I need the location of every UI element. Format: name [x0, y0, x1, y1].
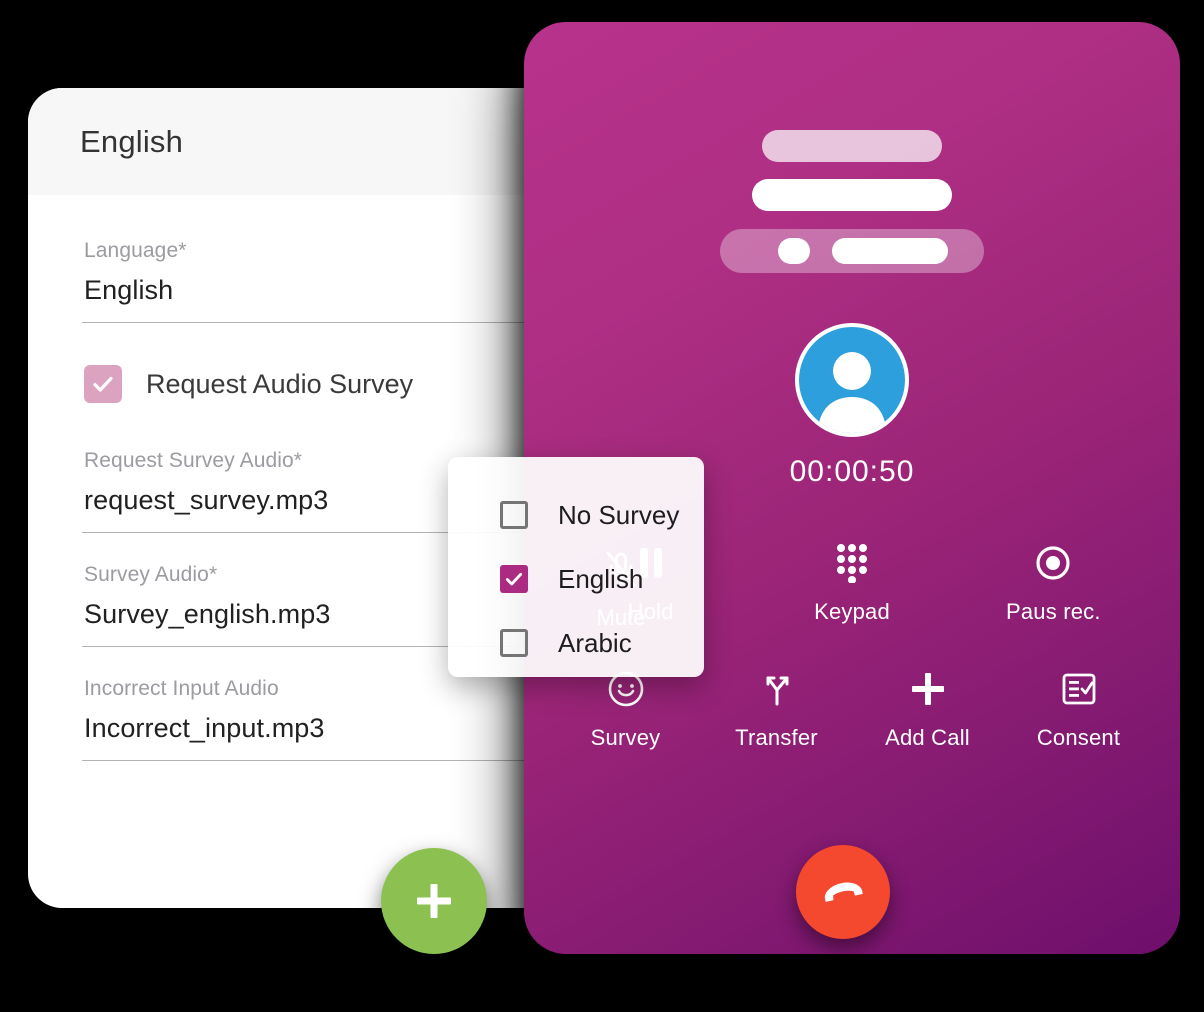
- checkbox-no-survey[interactable]: [500, 501, 528, 529]
- pause-recording-button[interactable]: Paus rec.: [953, 531, 1154, 625]
- transfer-label: Transfer: [735, 725, 818, 750]
- add-language-fab[interactable]: [381, 848, 487, 954]
- add-call-button[interactable]: Add Call: [852, 657, 1003, 751]
- request-audio-survey-checkbox-row[interactable]: Request Audio Survey: [84, 365, 476, 403]
- check-icon: [93, 376, 113, 392]
- dialpad-icon: [835, 539, 869, 587]
- field-underline: [82, 322, 528, 323]
- field-language[interactable]: Language* English: [82, 239, 528, 323]
- field-survey-audio[interactable]: Survey Audio* Survey_english.mp3: [82, 563, 528, 647]
- contact-placeholder-block: [524, 22, 1180, 273]
- field-value-survey-audio: Survey_english.mp3: [84, 599, 331, 629]
- field-value-request-survey-audio: request_survey.mp3: [84, 485, 329, 515]
- field-value-incorrect-input-audio: Incorrect_input.mp3: [84, 713, 325, 743]
- consent-button[interactable]: Consent: [1003, 657, 1154, 751]
- field-value-language: English: [84, 275, 174, 305]
- request-audio-survey-label: Request Audio Survey: [146, 368, 414, 399]
- placeholder-bar-primary: [762, 130, 942, 162]
- record-pause-icon: [1035, 539, 1071, 587]
- dropdown-option-no-survey[interactable]: No Survey: [448, 483, 704, 547]
- field-underline: [82, 760, 528, 761]
- transfer-arrows-icon: [758, 665, 796, 713]
- field-incorrect-input-audio[interactable]: Incorrect Input Audio Incorrect_input.mp…: [82, 677, 528, 761]
- checkbox-english[interactable]: [500, 565, 528, 593]
- plus-icon: [417, 884, 451, 918]
- survey-language-dropdown[interactable]: No Survey English Arabic: [448, 457, 704, 677]
- check-icon: [505, 572, 523, 586]
- dropdown-option-label: No Survey: [558, 499, 680, 530]
- pause-recording-label: Paus rec.: [1005, 599, 1101, 624]
- placeholder-bar-secondary: [752, 179, 952, 211]
- avatar: [795, 323, 909, 437]
- placeholder-dot: [778, 238, 810, 264]
- avatar-wrap: [524, 323, 1180, 437]
- request-audio-survey-checkbox[interactable]: [84, 365, 122, 403]
- form-card-header: English: [28, 88, 528, 195]
- end-call-button[interactable]: [796, 845, 890, 939]
- field-label-language: Language*: [84, 239, 187, 262]
- dropdown-option-label: English: [558, 563, 644, 594]
- checklist-icon: [1060, 665, 1098, 713]
- field-request-survey-audio[interactable]: Request Survey Audio* request_survey.mp3: [82, 449, 528, 533]
- plus-icon: [909, 665, 947, 713]
- person-avatar-icon: [818, 352, 886, 433]
- placeholder-pill-bar: [832, 238, 948, 264]
- screenshot-stage: English Language* English Request Audio …: [0, 0, 1204, 1012]
- field-label-incorrect-input-audio: Incorrect Input Audio: [84, 677, 279, 700]
- dropdown-option-label: Arabic: [558, 627, 632, 658]
- dropdown-option-english[interactable]: English: [448, 547, 704, 611]
- field-label-request-survey-audio: Request Survey Audio*: [84, 449, 303, 472]
- add-call-label: Add Call: [885, 725, 970, 750]
- dropdown-option-arabic[interactable]: Arabic: [448, 611, 704, 675]
- page-title: English: [80, 123, 184, 159]
- transfer-button[interactable]: Transfer: [701, 657, 852, 751]
- keypad-button[interactable]: Keypad: [751, 531, 952, 625]
- field-label-survey-audio: Survey Audio*: [84, 563, 218, 586]
- survey-label: Survey: [590, 725, 661, 750]
- checkbox-arabic[interactable]: [500, 629, 528, 657]
- hangup-phone-icon: [824, 882, 863, 902]
- keypad-label: Keypad: [814, 599, 890, 624]
- placeholder-pill: [720, 229, 984, 273]
- consent-label: Consent: [1036, 725, 1121, 750]
